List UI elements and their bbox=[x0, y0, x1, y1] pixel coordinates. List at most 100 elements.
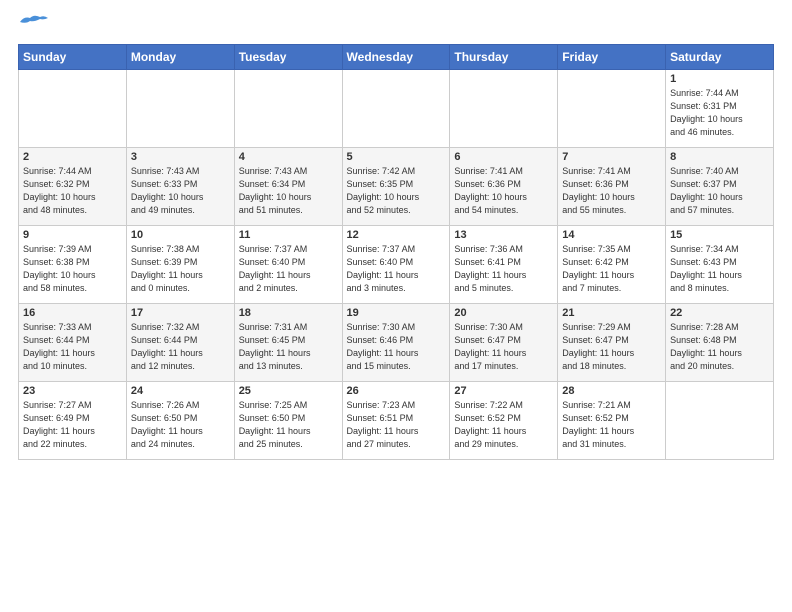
day-info: Sunrise: 7:30 AM Sunset: 6:47 PM Dayligh… bbox=[454, 321, 553, 373]
day-number: 24 bbox=[131, 385, 230, 397]
calendar-cell: 15 Sunrise: 7:34 AM Sunset: 6:43 PM Dayli… bbox=[666, 226, 774, 304]
day-number: 27 bbox=[454, 385, 553, 397]
calendar-cell bbox=[666, 382, 774, 460]
calendar-cell: 27 Sunrise: 7:22 AM Sunset: 6:52 PM Dayli… bbox=[450, 382, 558, 460]
day-info: Sunrise: 7:40 AM Sunset: 6:37 PM Dayligh… bbox=[670, 165, 769, 217]
calendar-cell: 17 Sunrise: 7:32 AM Sunset: 6:44 PM Dayli… bbox=[126, 304, 234, 382]
day-info: Sunrise: 7:43 AM Sunset: 6:33 PM Dayligh… bbox=[131, 165, 230, 217]
day-info: Sunrise: 7:35 AM Sunset: 6:42 PM Dayligh… bbox=[562, 243, 661, 295]
day-info: Sunrise: 7:34 AM Sunset: 6:43 PM Dayligh… bbox=[670, 243, 769, 295]
week-row-5: 23 Sunrise: 7:27 AM Sunset: 6:49 PM Dayli… bbox=[19, 382, 774, 460]
day-number: 2 bbox=[23, 151, 122, 163]
day-info: Sunrise: 7:38 AM Sunset: 6:39 PM Dayligh… bbox=[131, 243, 230, 295]
day-number: 10 bbox=[131, 229, 230, 241]
day-info: Sunrise: 7:42 AM Sunset: 6:35 PM Dayligh… bbox=[347, 165, 446, 217]
calendar-cell: 14 Sunrise: 7:35 AM Sunset: 6:42 PM Dayli… bbox=[558, 226, 666, 304]
week-row-2: 2 Sunrise: 7:44 AM Sunset: 6:32 PM Daylig… bbox=[19, 148, 774, 226]
calendar-cell: 13 Sunrise: 7:36 AM Sunset: 6:41 PM Dayli… bbox=[450, 226, 558, 304]
calendar-cell bbox=[19, 70, 127, 148]
calendar-cell: 3 Sunrise: 7:43 AM Sunset: 6:33 PM Daylig… bbox=[126, 148, 234, 226]
day-info: Sunrise: 7:36 AM Sunset: 6:41 PM Dayligh… bbox=[454, 243, 553, 295]
calendar-cell: 21 Sunrise: 7:29 AM Sunset: 6:47 PM Dayli… bbox=[558, 304, 666, 382]
weekday-header-thursday: Thursday bbox=[450, 45, 558, 70]
day-info: Sunrise: 7:37 AM Sunset: 6:40 PM Dayligh… bbox=[347, 243, 446, 295]
calendar-cell bbox=[126, 70, 234, 148]
day-number: 5 bbox=[347, 151, 446, 163]
day-number: 17 bbox=[131, 307, 230, 319]
weekday-header-sunday: Sunday bbox=[19, 45, 127, 70]
calendar-cell: 12 Sunrise: 7:37 AM Sunset: 6:40 PM Dayli… bbox=[342, 226, 450, 304]
week-row-4: 16 Sunrise: 7:33 AM Sunset: 6:44 PM Dayli… bbox=[19, 304, 774, 382]
day-info: Sunrise: 7:30 AM Sunset: 6:46 PM Dayligh… bbox=[347, 321, 446, 373]
calendar-cell: 10 Sunrise: 7:38 AM Sunset: 6:39 PM Dayli… bbox=[126, 226, 234, 304]
day-info: Sunrise: 7:44 AM Sunset: 6:31 PM Dayligh… bbox=[670, 87, 769, 139]
calendar-cell: 26Sunrise: 7:23 AM Sunset: 6:51 PM Dayli… bbox=[342, 382, 450, 460]
calendar-cell: 19 Sunrise: 7:30 AM Sunset: 6:46 PM Dayli… bbox=[342, 304, 450, 382]
day-info: Sunrise: 7:29 AM Sunset: 6:47 PM Dayligh… bbox=[562, 321, 661, 373]
day-number: 19 bbox=[347, 307, 446, 319]
day-info: Sunrise: 7:32 AM Sunset: 6:44 PM Dayligh… bbox=[131, 321, 230, 373]
weekday-header-row: SundayMondayTuesdayWednesdayThursdayFrid… bbox=[19, 45, 774, 70]
day-info: Sunrise: 7:28 AM Sunset: 6:48 PM Dayligh… bbox=[670, 321, 769, 373]
week-row-3: 9Sunrise: 7:39 AM Sunset: 6:38 PM Daylig… bbox=[19, 226, 774, 304]
logo bbox=[18, 18, 48, 34]
calendar-cell: 22 Sunrise: 7:28 AM Sunset: 6:48 PM Dayli… bbox=[666, 304, 774, 382]
day-info: Sunrise: 7:37 AM Sunset: 6:40 PM Dayligh… bbox=[239, 243, 338, 295]
day-number: 16 bbox=[23, 307, 122, 319]
calendar-cell: 25 Sunrise: 7:25 AM Sunset: 6:50 PM Dayli… bbox=[234, 382, 342, 460]
calendar-cell bbox=[450, 70, 558, 148]
calendar-body: 1 Sunrise: 7:44 AM Sunset: 6:31 PM Daylig… bbox=[19, 70, 774, 460]
calendar-cell: 2 Sunrise: 7:44 AM Sunset: 6:32 PM Daylig… bbox=[19, 148, 127, 226]
day-number: 1 bbox=[670, 73, 769, 85]
day-number: 15 bbox=[670, 229, 769, 241]
day-number: 11 bbox=[239, 229, 338, 241]
weekday-header-monday: Monday bbox=[126, 45, 234, 70]
day-number: 21 bbox=[562, 307, 661, 319]
weekday-header-friday: Friday bbox=[558, 45, 666, 70]
day-number: 14 bbox=[562, 229, 661, 241]
day-number: 12 bbox=[347, 229, 446, 241]
day-info: Sunrise: 7:22 AM Sunset: 6:52 PM Dayligh… bbox=[454, 399, 553, 451]
day-number: 3 bbox=[131, 151, 230, 163]
day-number: 23 bbox=[23, 385, 122, 397]
week-row-1: 1 Sunrise: 7:44 AM Sunset: 6:31 PM Daylig… bbox=[19, 70, 774, 148]
day-info: Sunrise: 7:23 AM Sunset: 6:51 PM Dayligh… bbox=[347, 399, 446, 451]
day-info: Sunrise: 7:44 AM Sunset: 6:32 PM Dayligh… bbox=[23, 165, 122, 217]
weekday-header-tuesday: Tuesday bbox=[234, 45, 342, 70]
calendar-cell: 5 Sunrise: 7:42 AM Sunset: 6:35 PM Daylig… bbox=[342, 148, 450, 226]
calendar-cell: 24Sunrise: 7:26 AM Sunset: 6:50 PM Dayli… bbox=[126, 382, 234, 460]
calendar-cell: 8 Sunrise: 7:40 AM Sunset: 6:37 PM Daylig… bbox=[666, 148, 774, 226]
weekday-header-saturday: Saturday bbox=[666, 45, 774, 70]
calendar-cell bbox=[558, 70, 666, 148]
day-info: Sunrise: 7:41 AM Sunset: 6:36 PM Dayligh… bbox=[562, 165, 661, 217]
page: SundayMondayTuesdayWednesdayThursdayFrid… bbox=[0, 0, 792, 612]
day-number: 6 bbox=[454, 151, 553, 163]
day-info: Sunrise: 7:33 AM Sunset: 6:44 PM Dayligh… bbox=[23, 321, 122, 373]
day-number: 8 bbox=[670, 151, 769, 163]
calendar-header: SundayMondayTuesdayWednesdayThursdayFrid… bbox=[19, 45, 774, 70]
day-info: Sunrise: 7:41 AM Sunset: 6:36 PM Dayligh… bbox=[454, 165, 553, 217]
day-info: Sunrise: 7:31 AM Sunset: 6:45 PM Dayligh… bbox=[239, 321, 338, 373]
calendar-cell: 11 Sunrise: 7:37 AM Sunset: 6:40 PM Dayli… bbox=[234, 226, 342, 304]
calendar-cell: 1 Sunrise: 7:44 AM Sunset: 6:31 PM Daylig… bbox=[666, 70, 774, 148]
day-number: 20 bbox=[454, 307, 553, 319]
day-number: 4 bbox=[239, 151, 338, 163]
day-number: 18 bbox=[239, 307, 338, 319]
day-number: 22 bbox=[670, 307, 769, 319]
calendar-table: SundayMondayTuesdayWednesdayThursdayFrid… bbox=[18, 44, 774, 460]
calendar-cell: 18 Sunrise: 7:31 AM Sunset: 6:45 PM Dayli… bbox=[234, 304, 342, 382]
calendar-cell: 4 Sunrise: 7:43 AM Sunset: 6:34 PM Daylig… bbox=[234, 148, 342, 226]
calendar-cell: 9Sunrise: 7:39 AM Sunset: 6:38 PM Daylig… bbox=[19, 226, 127, 304]
day-number: 25 bbox=[239, 385, 338, 397]
calendar-cell: 7Sunrise: 7:41 AM Sunset: 6:36 PM Daylig… bbox=[558, 148, 666, 226]
day-number: 13 bbox=[454, 229, 553, 241]
day-number: 9 bbox=[23, 229, 122, 241]
calendar-cell: 6 Sunrise: 7:41 AM Sunset: 6:36 PM Daylig… bbox=[450, 148, 558, 226]
day-info: Sunrise: 7:21 AM Sunset: 6:52 PM Dayligh… bbox=[562, 399, 661, 451]
calendar-cell: 28Sunrise: 7:21 AM Sunset: 6:52 PM Dayli… bbox=[558, 382, 666, 460]
day-info: Sunrise: 7:43 AM Sunset: 6:34 PM Dayligh… bbox=[239, 165, 338, 217]
day-info: Sunrise: 7:25 AM Sunset: 6:50 PM Dayligh… bbox=[239, 399, 338, 451]
calendar-cell: 16 Sunrise: 7:33 AM Sunset: 6:44 PM Dayli… bbox=[19, 304, 127, 382]
day-info: Sunrise: 7:27 AM Sunset: 6:49 PM Dayligh… bbox=[23, 399, 122, 451]
logo-bird-icon bbox=[20, 14, 48, 30]
